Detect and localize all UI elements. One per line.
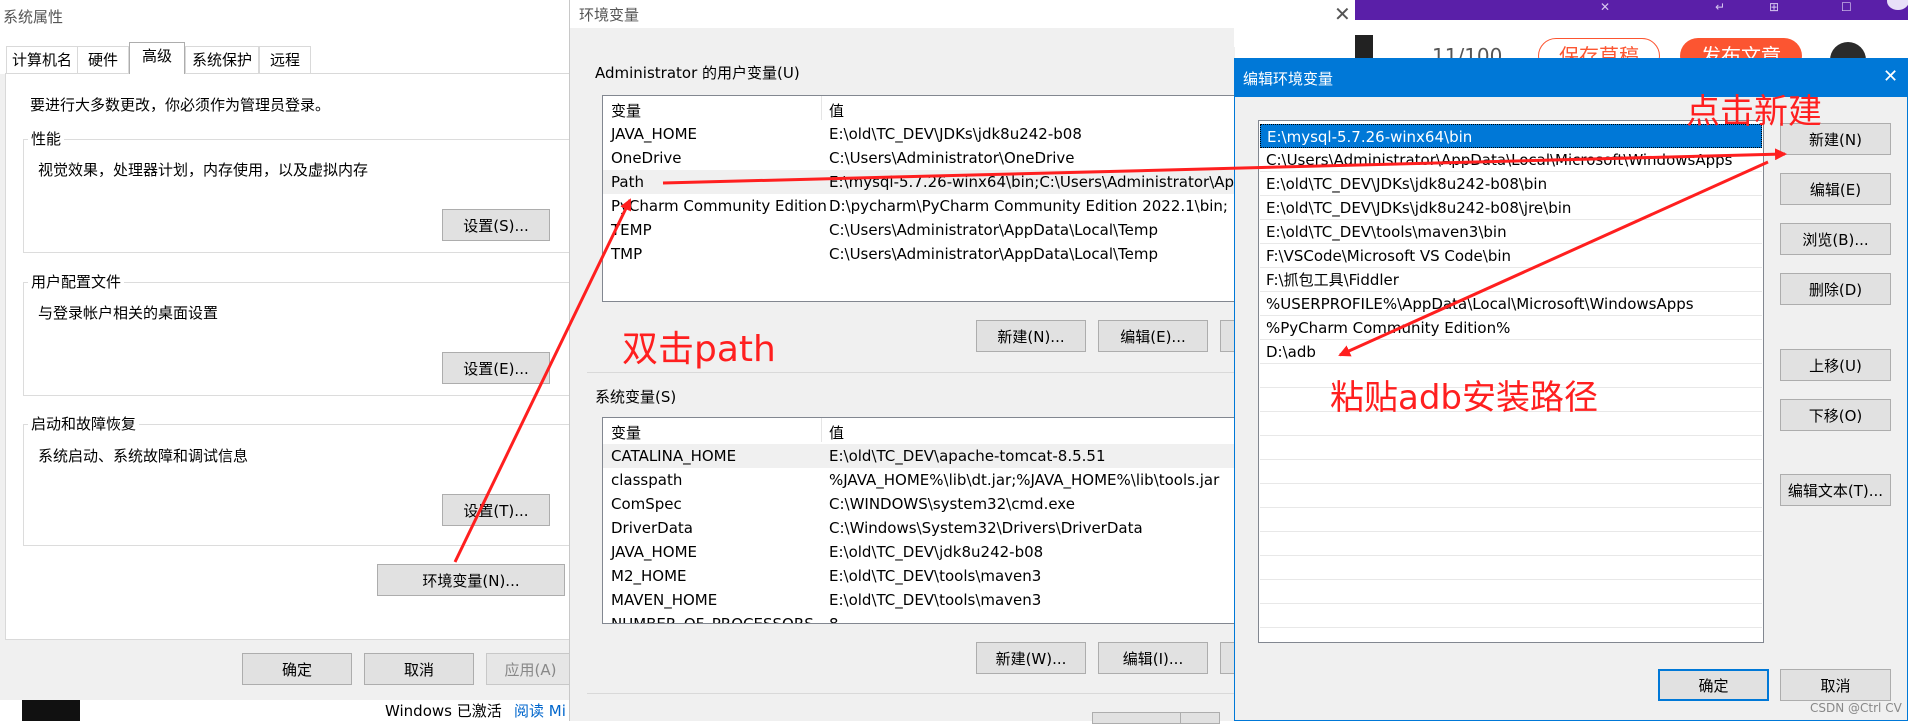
- csdn-watermark: CSDN @Ctrl CV: [1810, 701, 1902, 715]
- arrow-new-to-adb: [1338, 160, 1769, 357]
- arrow-path-to-new: [662, 148, 1787, 185]
- annotation-arrows: [453, 148, 1787, 563]
- tab-advanced[interactable]: 高级: [129, 42, 185, 74]
- arrow-envbtn-to-path: [453, 198, 632, 563]
